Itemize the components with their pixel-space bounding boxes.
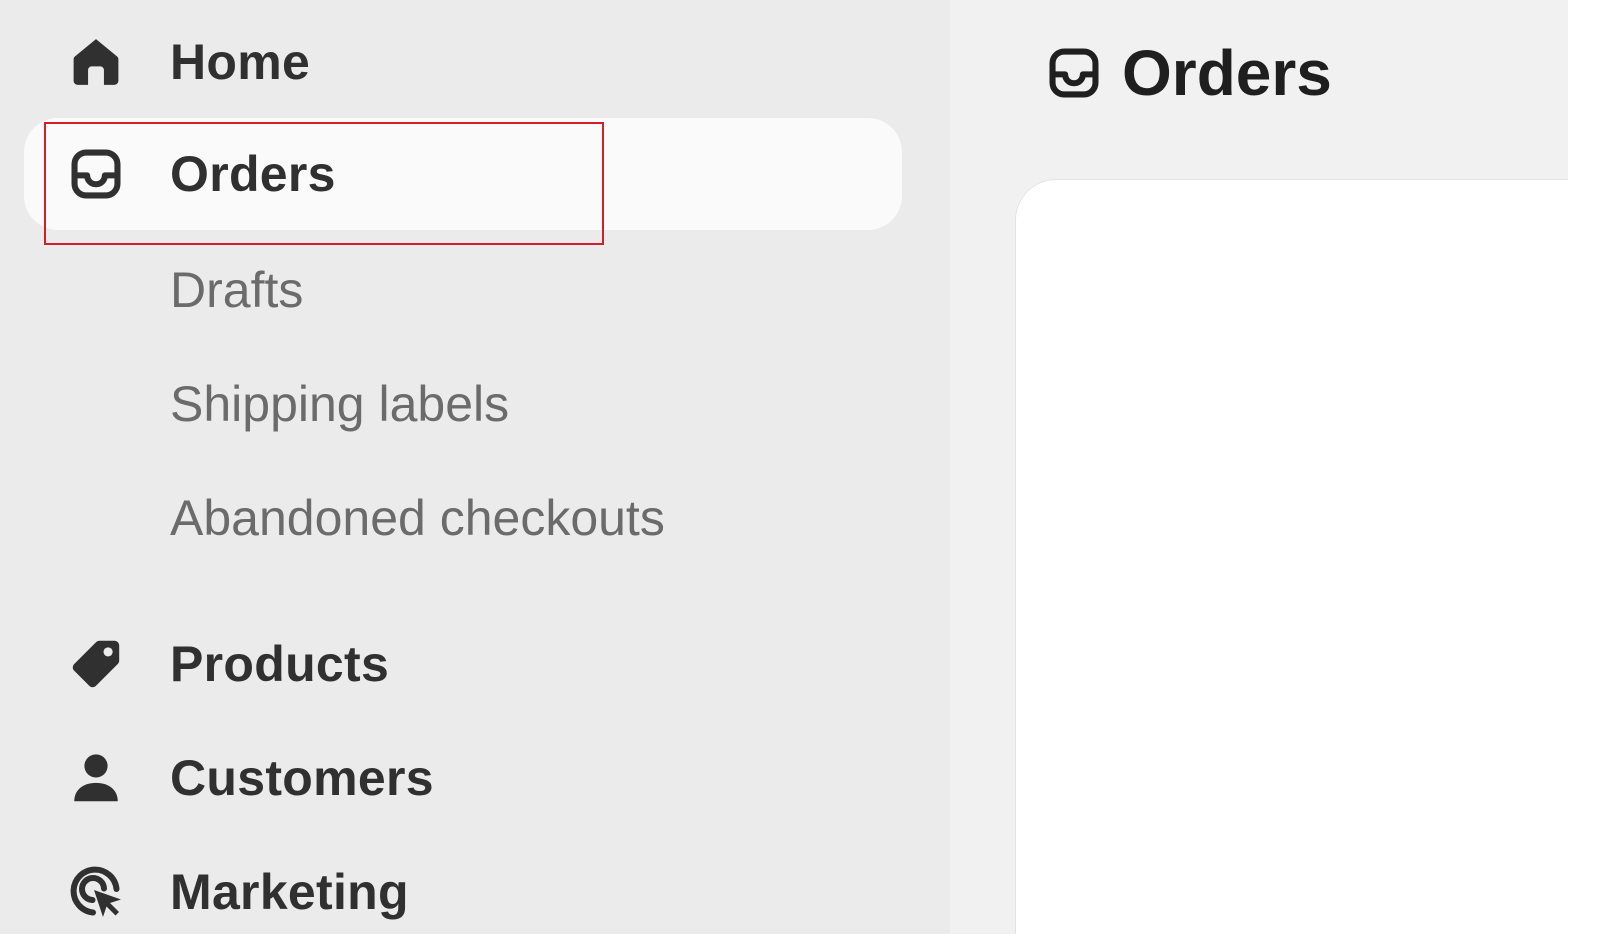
target-cursor-icon — [66, 862, 126, 922]
sidebar-subitem-label: Drafts — [170, 262, 304, 318]
page-title: Orders — [1122, 37, 1332, 109]
sidebar-item-label: Orders — [170, 146, 336, 202]
sidebar-subitem-label: Shipping labels — [170, 376, 510, 432]
sidebar: Home Orders Drafts Shipping labels Aband… — [0, 0, 950, 934]
app-frame: Home Orders Drafts Shipping labels Aband… — [0, 0, 1568, 934]
orders-inbox-icon — [1044, 43, 1104, 103]
sidebar-subitem-drafts[interactable]: Drafts — [170, 250, 303, 330]
sidebar-item-marketing[interactable]: Marketing — [0, 836, 900, 934]
sidebar-item-label: Customers — [170, 750, 434, 806]
sidebar-item-label: Products — [170, 636, 390, 692]
sidebar-item-label: Marketing — [170, 864, 409, 920]
sidebar-subitem-abandoned-checkouts[interactable]: Abandoned checkouts — [170, 478, 665, 558]
page-header: Orders — [1044, 36, 1332, 110]
sidebar-subitem-shipping-labels[interactable]: Shipping labels — [170, 364, 509, 444]
main-content: Orders — [950, 0, 1568, 934]
sidebar-item-home[interactable]: Home — [0, 6, 900, 118]
orders-inbox-icon — [66, 144, 126, 204]
sidebar-subitem-label: Abandoned checkouts — [170, 490, 665, 546]
home-icon — [66, 32, 126, 92]
person-icon — [66, 748, 126, 808]
content-card — [1016, 180, 1568, 934]
tag-icon — [66, 634, 126, 694]
sidebar-item-customers[interactable]: Customers — [0, 722, 900, 834]
sidebar-item-orders[interactable]: Orders — [24, 118, 902, 230]
sidebar-item-products[interactable]: Products — [0, 608, 900, 720]
sidebar-item-label: Home — [170, 34, 311, 90]
